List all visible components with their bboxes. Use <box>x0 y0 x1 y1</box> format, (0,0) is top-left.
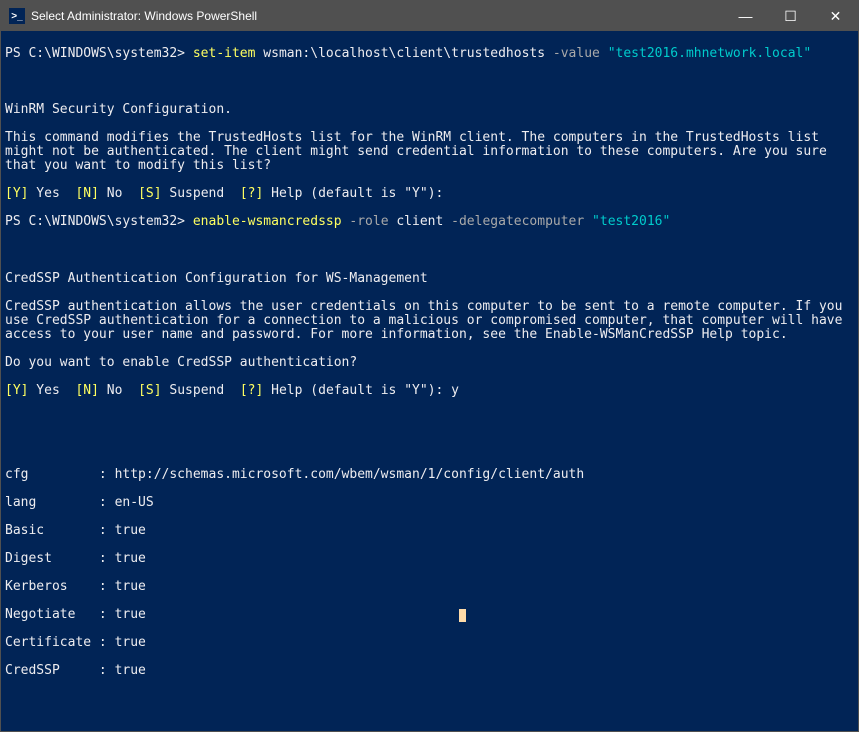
choice-yes: [Y] <box>5 383 28 398</box>
powershell-icon: >_ <box>9 8 25 24</box>
blank-line <box>5 721 854 731</box>
output-text: Do you want to enable CredSSP authentica… <box>5 356 854 370</box>
prompt: PS C:\WINDOWS\system32> <box>5 214 185 229</box>
cmd-param: -value <box>553 46 600 61</box>
choice-help: [?] <box>240 186 263 201</box>
output-text: CredSSP authentication allows the user c… <box>5 300 854 342</box>
choice-suspend: [S] <box>138 186 161 201</box>
cmd-string: "test2016" <box>592 214 670 229</box>
terminal[interactable]: PS C:\WINDOWS\system32> set-item wsman:\… <box>1 31 858 731</box>
output-text: Negotiate : true <box>5 608 854 622</box>
cmdlet: enable-wsmancredssp <box>193 214 342 229</box>
prompt-choices: [Y] Yes [N] No [S] Suspend [?] Help (def… <box>5 384 854 398</box>
choice-yes: [Y] <box>5 186 28 201</box>
output-text: CredSSP : true <box>5 664 854 678</box>
minimize-button[interactable]: — <box>723 1 768 31</box>
blank-line <box>5 440 854 454</box>
choice-no: [N] <box>75 383 98 398</box>
choice-label: Suspend <box>162 186 240 201</box>
window-title: Select Administrator: Windows PowerShell <box>31 9 723 23</box>
output-text: This command modifies the TrustedHosts l… <box>5 131 854 173</box>
output-value: Negotiate : true <box>5 607 146 622</box>
choice-help: [?] <box>240 383 263 398</box>
maximize-button[interactable]: ☐ <box>768 1 813 31</box>
output-text: CredSSP Authentication Configuration for… <box>5 272 854 286</box>
terminal-line: PS C:\WINDOWS\system32> enable-wsmancred… <box>5 215 854 229</box>
cmdlet: set-item <box>193 46 256 61</box>
window-controls: — ☐ ✕ <box>723 1 858 31</box>
choice-no: [N] <box>75 186 98 201</box>
blank-line <box>5 75 854 89</box>
prompt-choices: [Y] Yes [N] No [S] Suspend [?] Help (def… <box>5 187 854 201</box>
close-button[interactable]: ✕ <box>813 1 858 31</box>
choice-label: Yes <box>28 383 75 398</box>
choice-label: Help (default is "Y"): <box>263 186 443 201</box>
output-text: Certificate : true <box>5 636 854 650</box>
cmd-param: -delegatecomputer <box>451 214 584 229</box>
cmd-arg: client <box>396 214 443 229</box>
output-text: Digest : true <box>5 552 854 566</box>
cmd-arg: wsman:\localhost\client\trustedhosts <box>263 46 545 61</box>
choice-label: Help (default is "Y"): <box>263 383 443 398</box>
choice-label: Suspend <box>162 383 240 398</box>
user-input: y <box>443 383 459 398</box>
blank-line <box>5 243 854 257</box>
choice-label: No <box>99 383 138 398</box>
blank-line <box>5 692 854 706</box>
titlebar[interactable]: >_ Select Administrator: Windows PowerSh… <box>1 1 858 31</box>
cmd-string: "test2016.mhnetwork.local" <box>608 46 812 61</box>
output-text: Basic : true <box>5 524 854 538</box>
prompt: PS C:\WINDOWS\system32> <box>5 46 185 61</box>
output-text: cfg : http://schemas.microsoft.com/wbem/… <box>5 468 854 482</box>
output-text: lang : en-US <box>5 496 854 510</box>
output-text: WinRM Security Configuration. <box>5 103 854 117</box>
powershell-window: >_ Select Administrator: Windows PowerSh… <box>0 0 859 732</box>
blank-line <box>5 412 854 426</box>
selection-cursor <box>459 609 466 622</box>
choice-label: Yes <box>28 186 75 201</box>
choice-label: No <box>99 186 138 201</box>
output-text: Kerberos : true <box>5 580 854 594</box>
cmd-param: -role <box>349 214 388 229</box>
choice-suspend: [S] <box>138 383 161 398</box>
terminal-line: PS C:\WINDOWS\system32> set-item wsman:\… <box>5 47 854 61</box>
